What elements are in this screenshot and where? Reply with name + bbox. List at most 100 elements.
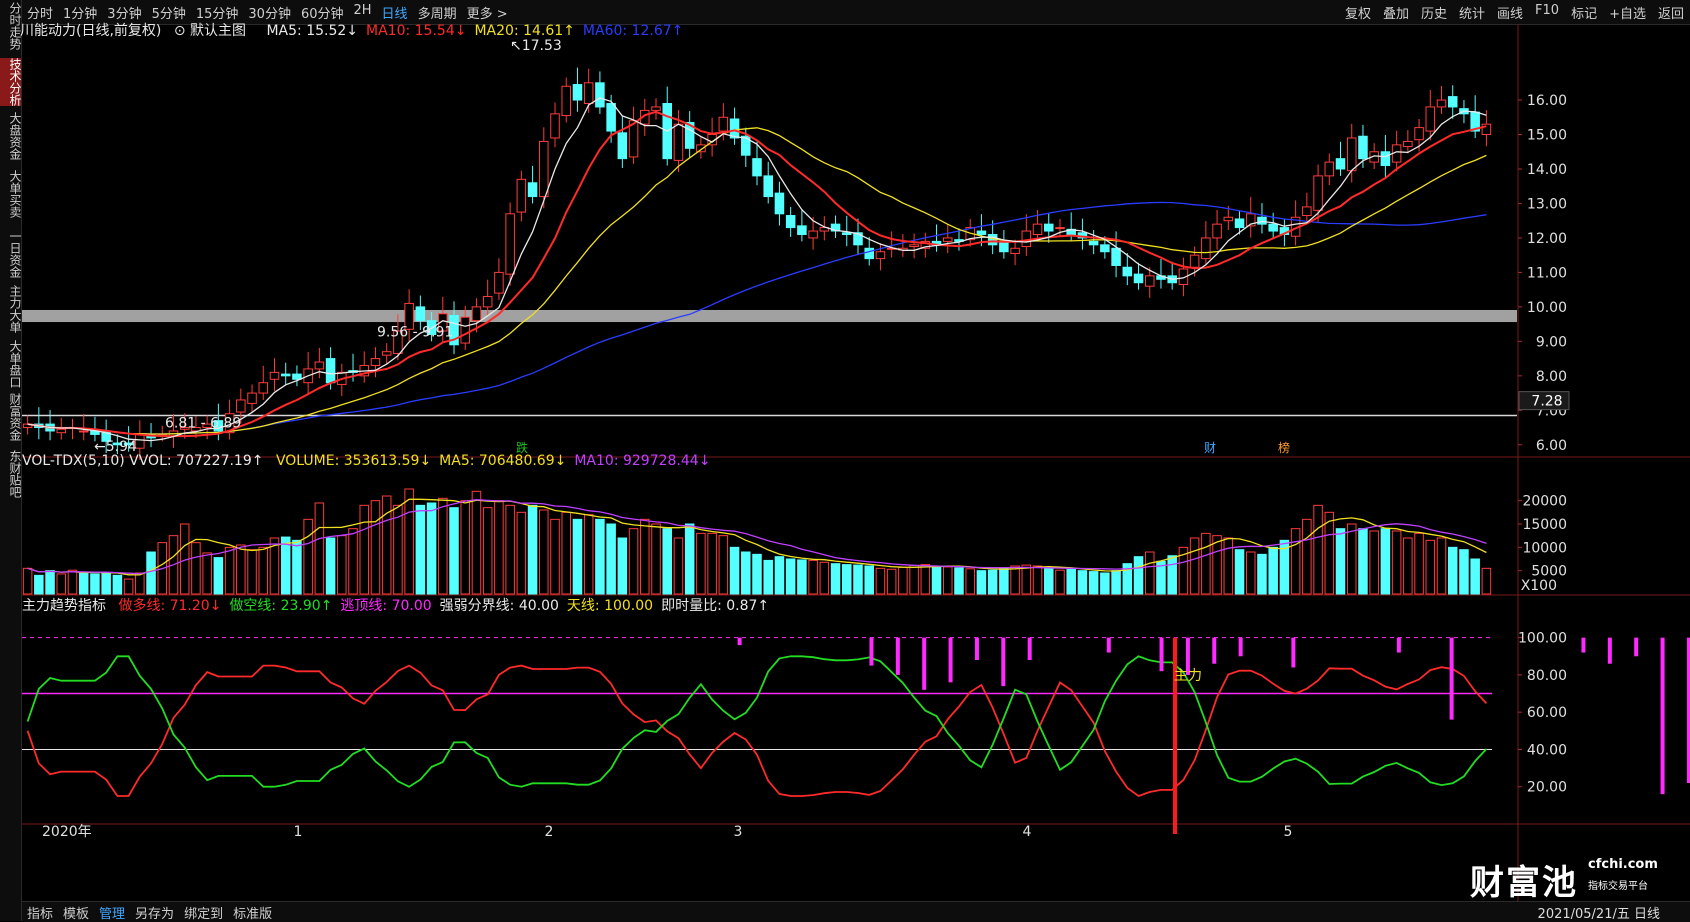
- timeframe-8[interactable]: 日线: [377, 3, 413, 22]
- sidebar-tab-6[interactable]: 大单盘口: [0, 340, 22, 388]
- bottom-tab-2[interactable]: 管理: [94, 903, 130, 922]
- volume-bar: [1436, 537, 1447, 595]
- candle-body: [942, 237, 953, 242]
- event-marker-2: 榜: [1278, 440, 1290, 455]
- signal-bar-0: [737, 637, 742, 646]
- left-sidebar: 分时走势技术分析大盘资金大单买卖一日资金主力大单大单盘口财富资金东财贴吧: [0, 0, 22, 921]
- volume-bar: [696, 532, 706, 595]
- bottom-tab-3[interactable]: 另存为: [130, 903, 179, 922]
- volume-bar: [741, 551, 751, 595]
- vol-unit: X100: [1521, 578, 1557, 594]
- tool-button-2[interactable]: 历史: [1415, 3, 1453, 22]
- sidebar-tab-1[interactable]: 技术分析: [0, 58, 22, 106]
- sidebar-tab-7[interactable]: 财富资金: [0, 393, 22, 441]
- candle-body: [527, 182, 538, 198]
- candle-body: [460, 316, 471, 344]
- timeframe-9[interactable]: 多周期: [413, 3, 462, 22]
- candle-body: [269, 371, 280, 380]
- candle-body: [494, 271, 504, 294]
- timeframe-3[interactable]: 5分钟: [147, 3, 191, 22]
- timeframe-4[interactable]: 15分钟: [191, 3, 244, 22]
- tool-button-6[interactable]: 标记: [1565, 3, 1603, 22]
- signal-bar-13: [1291, 637, 1296, 668]
- candle-body: [617, 132, 628, 160]
- bottom-tab-5[interactable]: 标准版: [228, 903, 277, 922]
- tool-button-0[interactable]: 复权: [1339, 3, 1377, 22]
- candle-body: [236, 399, 246, 413]
- candle-body: [550, 113, 560, 139]
- candle-body: [1010, 247, 1020, 254]
- volume-bar: [1043, 567, 1054, 595]
- volume-bar: [1425, 539, 1436, 595]
- sidebar-tab-4[interactable]: 一日资金: [0, 230, 22, 278]
- volume-bar: [774, 556, 785, 595]
- timeframe-5[interactable]: 30分钟: [243, 3, 296, 22]
- tool-button-1[interactable]: 叠加: [1377, 3, 1415, 22]
- timeframe-10[interactable]: 更多 >: [462, 3, 513, 22]
- price-tick-8: 8.00: [1536, 369, 1567, 385]
- sidebar-tab-0[interactable]: 分时走势: [0, 2, 22, 50]
- sidebar-tab-5[interactable]: 主力大单: [0, 285, 22, 333]
- timeframe-1[interactable]: 1分钟: [58, 3, 102, 22]
- volume-bar: [191, 542, 201, 595]
- template-dropdown[interactable]: ⊙ 默认主图: [174, 23, 254, 39]
- volume-bar: [606, 523, 616, 595]
- candle-body: [258, 382, 269, 394]
- tool-button-5[interactable]: F10: [1529, 3, 1565, 22]
- volume-bar: [135, 572, 145, 595]
- high-annotation: ↖17.53: [510, 38, 562, 54]
- volume-bar: [34, 574, 44, 595]
- volume-bar: [875, 567, 886, 595]
- candle-body: [78, 430, 89, 433]
- volume-bar: [280, 536, 291, 595]
- price-tick-3: 13.00: [1527, 196, 1567, 212]
- timeframe-2[interactable]: 3分钟: [102, 3, 146, 22]
- signal-bar-7: [1027, 637, 1032, 660]
- sidebar-tab-8[interactable]: 东财贴吧: [0, 450, 22, 498]
- volume-bar: [1335, 528, 1346, 595]
- timeframe-0[interactable]: 分时: [22, 3, 58, 22]
- ma-legend-item-0: MA5: 15.52↓: [266, 23, 359, 39]
- bottom-tab-1[interactable]: 模板: [58, 903, 94, 922]
- volume-bar: [494, 500, 504, 595]
- watermark-site: cfchi.com: [1588, 857, 1658, 872]
- tool-button-7[interactable]: +自选: [1603, 3, 1652, 22]
- volume-bar: [1257, 553, 1267, 595]
- gap-band: [22, 309, 1517, 323]
- volume-bar: [1223, 537, 1234, 595]
- x-label-5: 5: [1284, 824, 1293, 840]
- bottom-tab-0[interactable]: 指标: [22, 903, 58, 922]
- signal-bar-3: [922, 637, 927, 690]
- volume-bar: [516, 511, 527, 595]
- main-legend: 川能动力(日线,前复权) ⊙ 默认主图 MA5: 15.52↓ MA10: 15.…: [20, 20, 699, 40]
- volume-bar: [1290, 528, 1301, 595]
- timeframe-7[interactable]: 2H: [349, 3, 377, 22]
- candle-body: [247, 392, 257, 404]
- ind-tick-1: 80.00: [1527, 668, 1567, 684]
- candle-body: [381, 351, 392, 356]
- volume-bar: [426, 502, 437, 595]
- bottom-tab-4[interactable]: 绑定到: [179, 903, 228, 922]
- sidebar-tab-2[interactable]: 大盘资金: [0, 112, 22, 160]
- volume-bar: [1346, 523, 1357, 595]
- volume-bar: [673, 537, 684, 595]
- sidebar-tab-3[interactable]: 大单买卖: [0, 170, 22, 218]
- signal-bar-18: [1634, 637, 1639, 657]
- candle-body: [797, 225, 807, 235]
- timeframe-6[interactable]: 60分钟: [296, 3, 349, 22]
- ind-legend-item-1: 做空线: 23.90↑: [229, 598, 333, 614]
- volume-bar: [1167, 555, 1177, 595]
- tool-button-4[interactable]: 画线: [1491, 3, 1529, 22]
- candle-body: [505, 213, 515, 275]
- volume-bar: [909, 565, 919, 595]
- tool-button-3[interactable]: 统计: [1453, 3, 1491, 22]
- volume-bar: [202, 552, 212, 595]
- candle-body: [1201, 237, 1211, 260]
- volume-bar: [1032, 565, 1043, 595]
- candle-body: [1088, 240, 1099, 246]
- volume-bar: [471, 490, 482, 595]
- signal-bar-15: [1449, 637, 1454, 720]
- volume-bar: [22, 567, 33, 595]
- volume-bar: [258, 546, 269, 595]
- tool-button-8[interactable]: 返回: [1652, 3, 1690, 22]
